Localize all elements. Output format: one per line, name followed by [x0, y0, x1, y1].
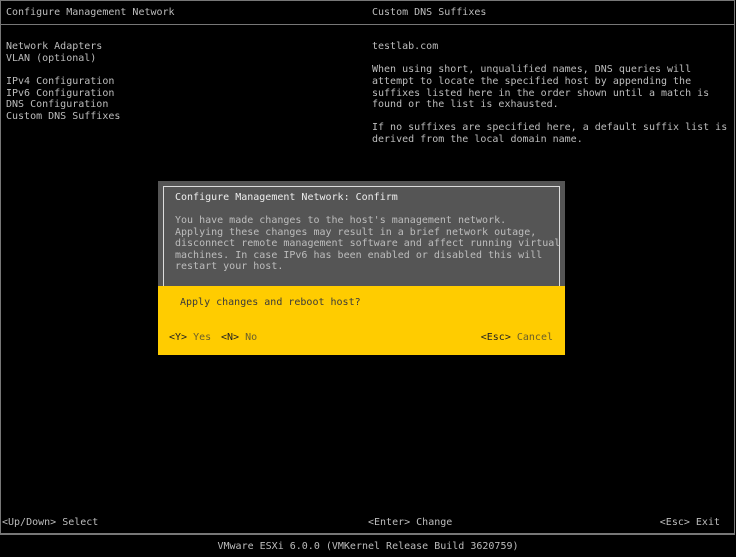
footer-select-hint: <Up/Down> Select: [2, 517, 99, 528]
description-line: If no suffixes are specified here, a def…: [372, 122, 728, 134]
menu-item-network-adapters[interactable]: Network Adapters: [6, 41, 102, 53]
description-line: found or the list is exhausted.: [372, 99, 559, 111]
right-panel-title: Custom DNS Suffixes: [372, 7, 487, 18]
footer-exit-hint: <Esc> Exit: [659, 517, 720, 528]
no-key: <N>: [221, 332, 240, 343]
confirm-dialog: Configure Management Network: Confirm Yo…: [158, 181, 565, 355]
cancel-label: Cancel: [516, 332, 553, 343]
dialog-title: Configure Management Network: Confirm: [175, 192, 398, 203]
footer-divider: [0, 533, 735, 534]
menu-item-ipv6[interactable]: IPv6 Configuration: [6, 88, 114, 100]
description-line: When using short, unqualified names, DNS…: [372, 64, 692, 76]
cancel-button[interactable]: <Esc> Cancel: [481, 332, 553, 344]
yes-button[interactable]: <Y> Yes: [169, 332, 211, 344]
dialog-body-line: machines. In case IPv6 has been enabled …: [175, 249, 543, 261]
yes-label: Yes: [193, 332, 212, 343]
version-info: VMware ESXi 6.0.0 (VMKernel Release Buil…: [217, 541, 519, 552]
description-line: suffixes listed here in the order shown …: [372, 87, 710, 99]
menu-item-vlan[interactable]: VLAN (optional): [6, 53, 96, 65]
menu-item-dns[interactable]: DNS Configuration: [6, 99, 108, 111]
menu-item-ipv4[interactable]: IPv4 Configuration: [6, 76, 114, 88]
header-divider: [0, 24, 735, 25]
description-line: derived from the local domain name.: [372, 134, 583, 145]
left-panel-title: Configure Management Network: [6, 7, 175, 18]
no-button[interactable]: <N> No: [221, 332, 257, 344]
dns-suffix-value: testlab.com: [372, 41, 439, 52]
cancel-key: <Esc>: [480, 332, 511, 343]
menu-item-custom-dns-suffixes[interactable]: Custom DNS Suffixes: [6, 111, 120, 123]
description-line: attempt to locate the specified host by …: [372, 76, 692, 87]
yes-key: <Y>: [169, 332, 188, 343]
dialog-body-line: You have made changes to the host's mana…: [175, 215, 507, 226]
dialog-body-line: disconnect remote management software an…: [175, 238, 561, 250]
dialog-action-area: Apply changes and reboot host? <Y> Yes <…: [158, 286, 565, 355]
no-label: No: [245, 332, 258, 343]
dialog-body-line: Applying these changes may result in a b…: [175, 226, 537, 238]
footer-change-hint: <Enter> Change: [368, 517, 453, 528]
dialog-question: Apply changes and reboot host?: [180, 297, 361, 308]
dialog-body-line: restart your host.: [175, 261, 284, 273]
